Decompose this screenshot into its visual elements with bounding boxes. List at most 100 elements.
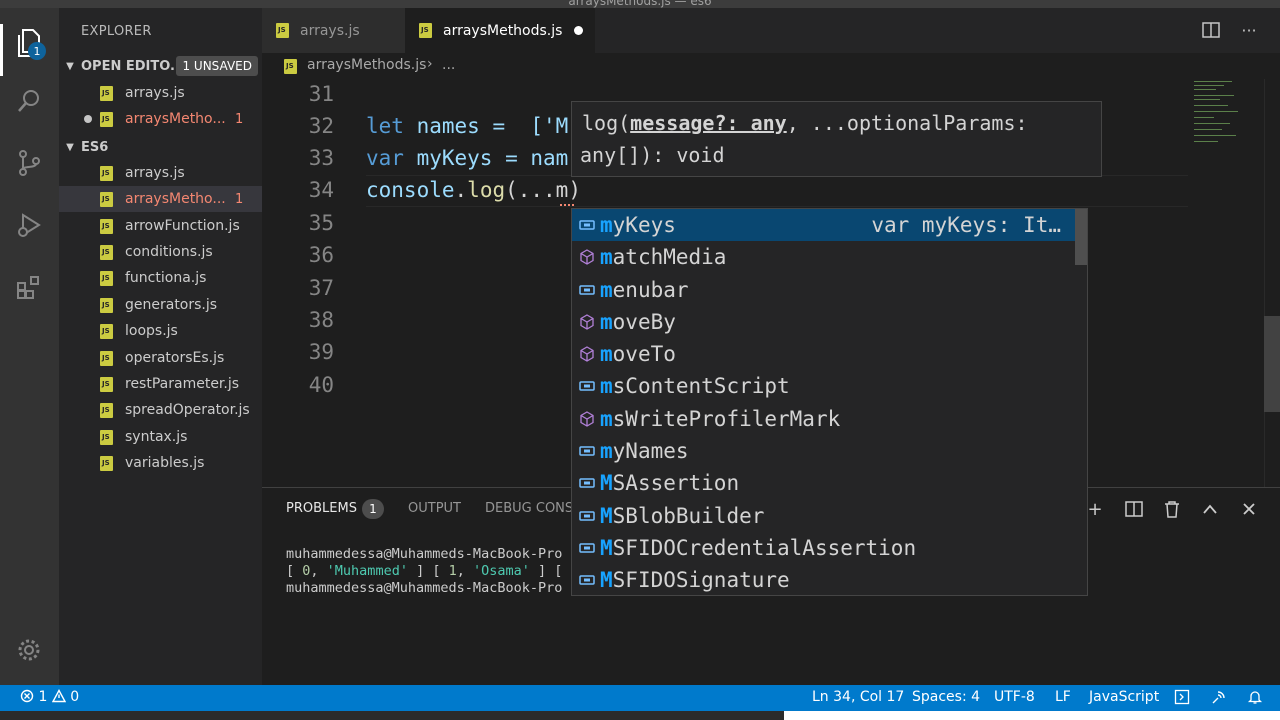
more-actions-icon[interactable]: ··· (1239, 20, 1259, 40)
feedback-icon[interactable] (1174, 689, 1190, 709)
rest-text: SBlobBuilder (612, 504, 765, 528)
language-mode[interactable]: JavaScript (1089, 689, 1159, 705)
suggestion-item[interactable]: menubar (572, 274, 1075, 306)
minimap[interactable] (1190, 79, 1250, 179)
suggestion-item[interactable]: msWriteProfilerMark (572, 403, 1075, 435)
indentation[interactable]: Spaces: 4 (912, 689, 980, 705)
method-cube-icon (578, 313, 596, 331)
file-name: functiona.js (125, 270, 207, 286)
folder-header[interactable]: ▼ ES6 (59, 134, 262, 160)
match-text: M (600, 568, 613, 592)
bell-icon[interactable] (1247, 689, 1263, 709)
js-file-icon (276, 23, 289, 38)
terminal-string: 'Osama' (473, 563, 530, 579)
line-number: 34 (308, 178, 334, 202)
terminal-text: , (456, 563, 473, 579)
breadcrumb: arraysMethods.js › ... (262, 53, 1280, 79)
suggestion-item[interactable]: MSFIDOCredentialAssertion (572, 532, 1075, 564)
unsaved-dot-icon[interactable] (574, 26, 583, 35)
suggestion-detail: var myKeys: It… (871, 213, 1061, 237)
method-cube-icon (578, 345, 596, 363)
breadcrumb-file[interactable]: arraysMethods.js (307, 57, 426, 73)
js-file-icon (100, 402, 113, 418)
suggestion-item[interactable]: moveTo (572, 338, 1075, 370)
explorer-sidebar: EXPLORER ▼ OPEN EDITO... 1 UNSAVED array… (59, 8, 262, 685)
hint-rest: , ...optionalParams: (786, 111, 1028, 135)
file-item[interactable]: arrays.js (59, 160, 262, 186)
js-file-icon (100, 191, 113, 207)
tab-arrays[interactable]: arrays.js (262, 8, 405, 53)
tab-debug-console[interactable]: DEBUG CONSO (485, 501, 583, 516)
problem-count: 1 (235, 111, 244, 127)
minimap-line (1194, 99, 1220, 100)
scrollbar-thumb[interactable] (1264, 316, 1280, 412)
suggestion-item[interactable]: matchMedia (572, 241, 1075, 273)
open-editor-item[interactable]: arraysMetho... 1 (59, 106, 262, 132)
suggestion-item[interactable]: MSBlobBuilder (572, 500, 1075, 532)
warning-count: 0 (70, 689, 80, 705)
end-of-line[interactable]: LF (1055, 689, 1071, 705)
open-editor-item[interactable]: arrays.js (59, 80, 262, 106)
file-item[interactable]: arrowFunction.js (59, 213, 262, 239)
problems-status[interactable]: 1 0 (20, 689, 79, 705)
tab-problems[interactable]: PROBLEMS (286, 501, 357, 516)
file-item[interactable]: spreadOperator.js (59, 397, 262, 423)
gear-icon[interactable] (12, 633, 46, 667)
suggestion-item[interactable]: MSFIDOSignature (572, 564, 1075, 595)
suggestion-scrollbar[interactable] (1075, 209, 1087, 265)
breadcrumb-more[interactable]: ... (442, 57, 455, 73)
unsaved-dot-icon (84, 115, 92, 123)
explorer-title: EXPLORER (81, 24, 152, 39)
file-name: operatorsEs.js (125, 350, 225, 366)
split-editor-icon[interactable] (1201, 20, 1221, 40)
rest-text: yNames (612, 439, 689, 463)
file-item[interactable]: syntax.js (59, 424, 262, 450)
file-item[interactable]: conditions.js (59, 239, 262, 265)
suggestion-list[interactable]: myKeys var myKeys: It… matchMedia menuba… (571, 208, 1088, 596)
js-file-icon (100, 455, 113, 471)
tab-arrays-methods[interactable]: arraysMethods.js (405, 8, 595, 53)
file-item[interactable]: functiona.js (59, 265, 262, 291)
open-editors-header[interactable]: ▼ OPEN EDITO... 1 UNSAVED (59, 53, 262, 79)
suggestion-item[interactable]: moveBy (572, 306, 1075, 338)
close-icon[interactable] (1238, 498, 1260, 520)
split-terminal-icon[interactable] (1123, 498, 1145, 520)
editor-scrollbar[interactable] (1264, 79, 1280, 487)
file-item[interactable]: restParameter.js (59, 371, 262, 397)
file-item[interactable]: generators.js (59, 292, 262, 318)
code-function: log (467, 178, 506, 202)
file-item[interactable]: arraysMetho... 1 (59, 186, 262, 212)
tab-output[interactable]: OUTPUT (408, 501, 461, 516)
tab-label: arrays.js (300, 22, 360, 39)
js-file-icon (100, 429, 113, 445)
match-text: m (600, 439, 613, 463)
extensions-icon[interactable] (12, 270, 46, 304)
file-item[interactable]: variables.js (59, 450, 262, 476)
cursor-position[interactable]: Ln 34, Col 17 (812, 689, 904, 705)
code-text: (...m) (505, 178, 581, 202)
minimap-line (1194, 105, 1228, 106)
active-indicator (0, 24, 3, 76)
suggestion-item[interactable]: MSAssertion (572, 467, 1075, 499)
suggestion-label: MSBlobBuilder (600, 504, 764, 528)
source-control-icon[interactable] (12, 146, 46, 180)
debug-icon[interactable] (12, 208, 46, 242)
trash-icon[interactable] (1161, 498, 1183, 520)
broadcast-icon[interactable] (1211, 689, 1227, 709)
rest-text: atchMedia (612, 245, 727, 269)
suggestion-label: MSFIDOSignature (600, 568, 790, 592)
chevron-up-icon[interactable] (1199, 498, 1221, 520)
suggestion-label: matchMedia (600, 245, 726, 269)
encoding[interactable]: UTF-8 (994, 689, 1035, 705)
suggestion-item[interactable]: myNames (572, 435, 1075, 467)
minimap-line (1194, 123, 1230, 124)
suggestion-label: myKeys (600, 213, 676, 237)
file-name: variables.js (125, 455, 205, 471)
suggestion-item[interactable]: msContentScript (572, 370, 1075, 402)
search-icon[interactable] (12, 84, 46, 118)
line-number: 38 (308, 308, 334, 332)
match-text: m (600, 407, 613, 431)
file-item[interactable]: operatorsEs.js (59, 345, 262, 371)
file-item[interactable]: loops.js (59, 318, 262, 344)
suggestion-item[interactable]: myKeys var myKeys: It… (572, 209, 1075, 241)
